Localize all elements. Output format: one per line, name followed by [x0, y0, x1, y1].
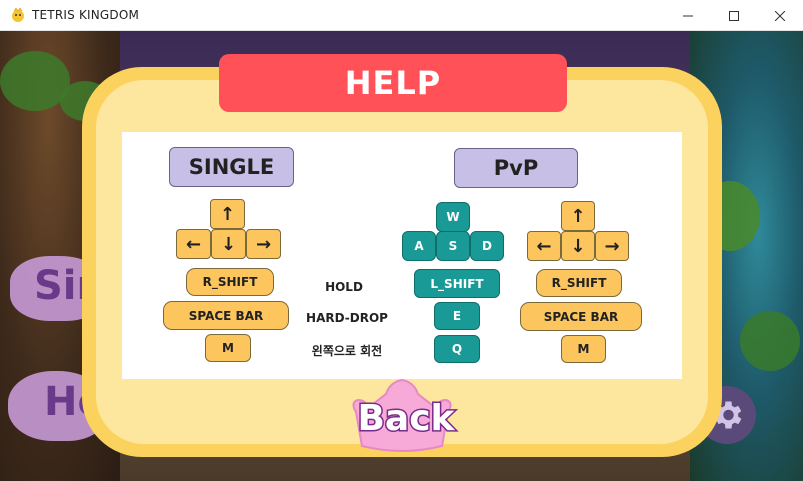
pvp-p1-s-key: S: [436, 231, 470, 261]
pvp-p2-hold-key: R_SHIFT: [536, 269, 622, 297]
pvp-p1-rotate-key: Q: [434, 335, 480, 363]
pvp-p2-down-key: ↓: [561, 231, 595, 261]
app-icon: [12, 7, 24, 22]
pvp-p2-up-key: ↑: [561, 201, 595, 231]
single-rotate-key: M: [205, 334, 251, 362]
single-right-key: →: [246, 229, 281, 259]
pvp-p1-hard-drop-key: E: [434, 302, 480, 330]
pvp-p2-right-key: →: [595, 231, 629, 261]
pvp-p2-rotate-key: M: [561, 335, 606, 363]
window-title: TETRIS KINGDOM: [32, 8, 140, 22]
pvp-p1-a-key: A: [402, 231, 436, 261]
single-hold-key: R_SHIFT: [186, 268, 274, 296]
hold-label: HOLD: [325, 280, 363, 294]
maximize-icon: [729, 10, 739, 21]
help-title: HELP: [344, 64, 442, 102]
help-header: HELP: [219, 54, 567, 112]
single-down-key: ↓: [211, 229, 246, 259]
close-button[interactable]: [757, 0, 803, 31]
pvp-p2-left-key: ←: [527, 231, 561, 261]
single-hard-drop-key: SPACE BAR: [163, 301, 289, 330]
pvp-p2-hard-drop-key: SPACE BAR: [520, 302, 642, 331]
minimize-icon: [683, 15, 693, 16]
background-foliage: [740, 311, 800, 371]
pvp-p1-d-key: D: [470, 231, 504, 261]
back-button[interactable]: Back: [356, 397, 456, 441]
pvp-p1-w-key: W: [436, 202, 470, 232]
hard-drop-label: HARD-DROP: [306, 311, 388, 325]
close-icon: [775, 10, 785, 21]
single-up-key: ↑: [210, 199, 245, 229]
single-left-key: ←: [176, 229, 211, 259]
pvp-p1-hold-key: L_SHIFT: [414, 269, 500, 298]
title-bar: TETRIS KINGDOM: [0, 0, 803, 31]
maximize-button[interactable]: [711, 0, 757, 31]
single-mode-title: SINGLE: [169, 147, 294, 187]
rotate-left-label: 왼쪽으로 회전: [311, 344, 383, 358]
minimize-button[interactable]: [665, 0, 711, 31]
pvp-mode-title: PvP: [454, 148, 578, 188]
